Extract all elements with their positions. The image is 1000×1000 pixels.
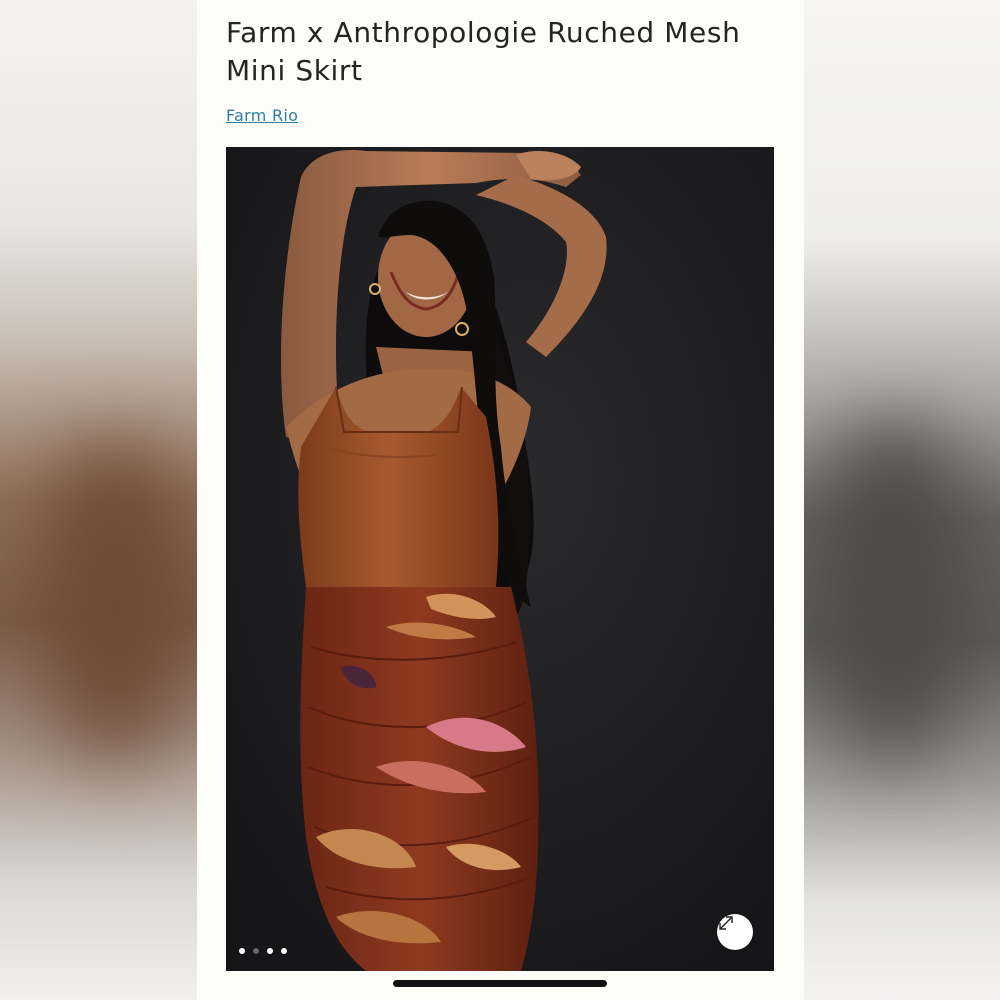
gallery-pagination	[239, 948, 287, 954]
gallery-dot[interactable]	[267, 948, 273, 954]
gallery-dot[interactable]	[239, 948, 245, 954]
product-page: Farm x Anthropologie Ruched Mesh Mini Sk…	[197, 0, 804, 1000]
brand-link[interactable]: Farm Rio	[226, 105, 298, 127]
expand-image-button[interactable]	[717, 914, 753, 950]
product-photo	[226, 147, 774, 971]
gallery-dot[interactable]	[253, 948, 259, 954]
blurred-backdrop-left	[0, 0, 197, 1000]
backdrop-blur-shape	[40, 440, 190, 760]
home-indicator	[393, 980, 607, 987]
expand-arrows-icon	[719, 916, 733, 930]
gallery-dot[interactable]	[281, 948, 287, 954]
product-title: Farm x Anthropologie Ruched Mesh Mini Sk…	[226, 16, 741, 87]
backdrop-blur-shape	[814, 420, 974, 760]
blurred-backdrop-right	[804, 0, 1000, 1000]
screenshot-frame: Farm x Anthropologie Ruched Mesh Mini Sk…	[0, 0, 1000, 1000]
product-image-gallery[interactable]	[226, 147, 774, 971]
